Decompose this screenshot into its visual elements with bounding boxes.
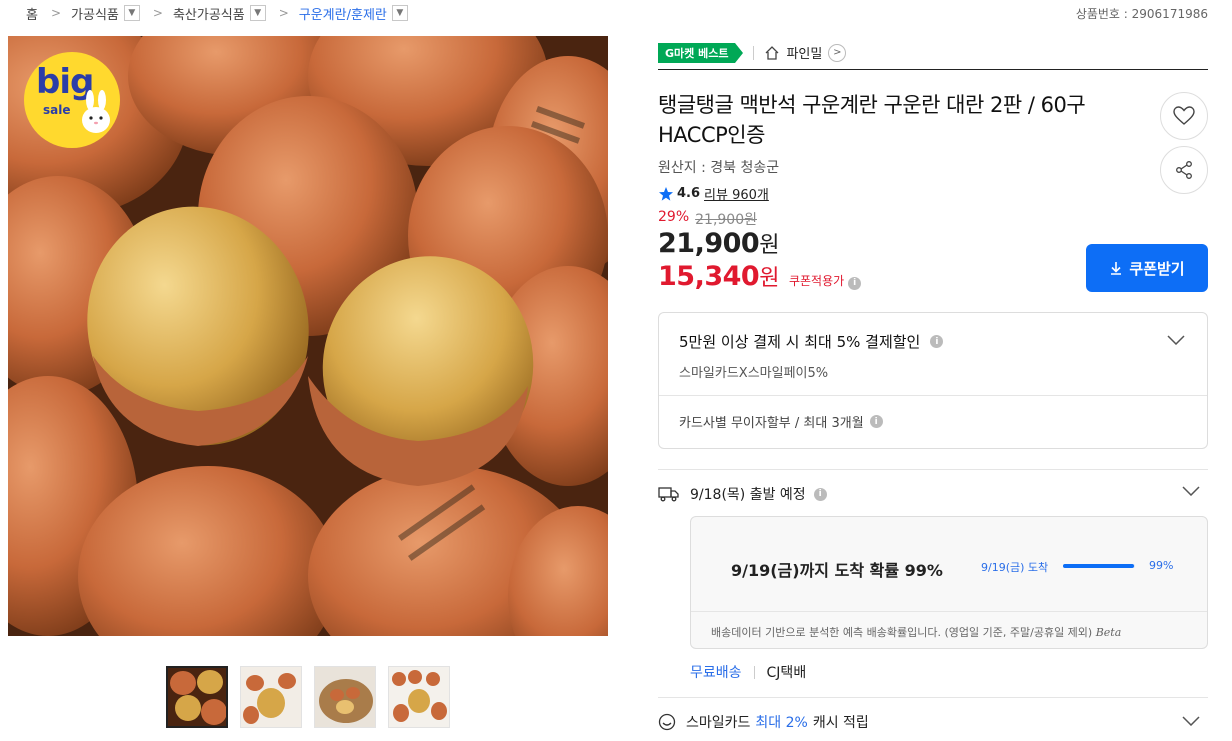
product-title: 탱글탱글 맥반석 구운계란 구운란 대란 2판 / 60구 HACCP인증 (658, 93, 1086, 147)
breadcrumb-level2[interactable]: 축산가공식품 ▼ (173, 4, 266, 23)
departure-text: 9/18(목) 출발 예정 (690, 487, 806, 503)
discount-rate: 29% (658, 209, 690, 225)
arrival-date: 9/19(금) 도착 (981, 561, 1049, 574)
download-icon (1111, 262, 1122, 275)
discount-row: 29% 21,900원 (658, 209, 757, 229)
card-offer-top[interactable]: 5만원 이상 결제 시 최대 5% 결제할인 i 스마일카드X스마일페이5% (659, 313, 1207, 396)
chevron-down-icon[interactable]: ▼ (123, 5, 140, 21)
chevron-down-icon[interactable] (1182, 486, 1200, 496)
chevron-down-icon[interactable] (1167, 335, 1185, 345)
product-main-image: big sale (8, 36, 608, 636)
seller-name[interactable]: 파인밀 (786, 43, 822, 62)
coupon-price-unit: 원 (759, 266, 779, 291)
free-shipping-label: 무료배송 (690, 665, 742, 681)
sale-price-number: 21,900 (658, 228, 760, 259)
divider (658, 697, 1208, 698)
chevron-down-icon[interactable]: ▼ (249, 5, 266, 21)
thumbnail-image (168, 668, 226, 726)
rating-row: 4.6 리뷰 960개 (658, 184, 769, 203)
origin-text: 원산지 : 경북 청송군 (658, 160, 780, 176)
thumbnail-image (389, 667, 449, 727)
share-icon (1176, 161, 1192, 179)
info-icon[interactable]: i (848, 276, 862, 290)
chevron-right-icon: > (278, 6, 289, 20)
breadcrumb: 홈 > 가공식품 ▼ > 축산가공식품 ▼ > 구운계란/훈제란 ▼ (26, 4, 408, 23)
coupon-price-number: 15,340 (658, 261, 760, 292)
beta-label: Beta (1095, 626, 1122, 639)
star-icon (659, 186, 673, 201)
thumbnail-image (241, 667, 301, 727)
smile-icon (658, 713, 676, 731)
arrival-percent: 99% (1149, 559, 1174, 572)
shipping-row[interactable]: 9/18(목) 출발 예정 i (658, 484, 1208, 504)
thumbnail-list (166, 666, 450, 728)
coupon-price: 15,340원 (658, 260, 779, 292)
product-info-panel: G마켓 베스트 파인밀 > 탱글탱글 맥반석 구운계란 구운란 대란 2판 / … (658, 36, 1208, 731)
smile-card-row[interactable]: 스마일카드 최대 2% 캐시 적립 (658, 712, 1208, 732)
smile-card-suffix: 캐시 적립 (812, 715, 869, 731)
breadcrumb-level3-label: 구운계란/훈제란 (298, 7, 387, 23)
info-icon[interactable]: i (930, 335, 944, 348)
coupon-price-label: 쿠폰적용가 (788, 274, 845, 288)
gmarket-best-badge: G마켓 베스트 (658, 42, 744, 63)
coupon-price-row: 15,340원 쿠폰적용가 i (658, 260, 862, 292)
bunny-icon (82, 90, 110, 133)
heart-icon (1173, 106, 1195, 125)
arrival-note-text: 배송데이터 기반으로 분석한 예측 배송확률입니다. (영업일 기준, 주말/공… (711, 626, 1093, 639)
coupon-download-button[interactable]: 쿠폰받기 (1086, 244, 1208, 292)
seller-row: G마켓 베스트 파인밀 > (658, 36, 1208, 70)
divider (753, 665, 755, 679)
home-icon (766, 45, 779, 60)
card-offer-title: 5만원 이상 결제 시 최대 5% 결제할인 (679, 333, 921, 351)
chevron-down-icon[interactable]: ▼ (391, 5, 408, 21)
breadcrumb-level3[interactable]: 구운계란/훈제란 ▼ (299, 4, 408, 23)
delivery-row: 무료배송 CJ택배 (690, 662, 806, 682)
smile-card-prefix: 스마일카드 (686, 715, 751, 731)
chevron-right-icon: > (50, 6, 62, 20)
thumbnail-1[interactable] (166, 666, 228, 728)
breadcrumb-home[interactable]: 홈 (26, 4, 38, 23)
arrival-note: 배송데이터 기반으로 분석한 예측 배송확률입니다. (영업일 기준, 주말/공… (711, 624, 1121, 640)
big-sale-badge-sale: sale (43, 103, 71, 117)
thumbnail-4[interactable] (388, 666, 450, 728)
chevron-right-icon[interactable]: > (828, 43, 847, 62)
courier-name: CJ택배 (766, 665, 807, 681)
info-icon[interactable]: i (869, 415, 883, 428)
divider (658, 469, 1208, 470)
chevron-right-icon: > (152, 6, 163, 20)
arrival-probability-box: 9/19(금)까지 도착 확률 99% 9/19(금) 도착 99% 배송데이터… (690, 516, 1208, 649)
rating-score: 4.6 (677, 186, 701, 201)
breadcrumb-level1[interactable]: 가공식품 ▼ (71, 4, 140, 23)
thumbnail-3[interactable] (314, 666, 376, 728)
chevron-down-icon[interactable] (1182, 716, 1200, 726)
arrival-probability-top: 9/19(금)까지 도착 확률 99% 9/19(금) 도착 99% (691, 517, 1207, 612)
arrival-progress-bar (1063, 564, 1135, 568)
card-offer-box: 5만원 이상 결제 시 최대 5% 결제할인 i 스마일카드X스마일페이5% 카… (658, 312, 1208, 449)
original-price: 21,900원 (695, 212, 757, 228)
wishlist-button[interactable] (1160, 92, 1208, 140)
thumbnail-2[interactable] (240, 666, 302, 728)
share-button[interactable] (1160, 146, 1208, 194)
breadcrumb-level2-label: 축산가공식품 (172, 7, 245, 23)
divider (753, 45, 755, 60)
info-icon[interactable]: i (813, 487, 827, 501)
arrival-progress-fill (1063, 564, 1135, 568)
installment-row: 카드사별 무이자할부 / 최대 3개월 i (659, 396, 1207, 447)
truck-icon (658, 487, 679, 502)
product-number: 상품번호 : 2906171986 (1075, 7, 1208, 21)
card-offer-title-row: 5만원 이상 결제 시 최대 5% 결제할인 i (679, 331, 1187, 352)
big-sale-badge: big sale (24, 52, 120, 148)
card-offer-sub: 스마일카드X스마일페이5% (679, 366, 829, 381)
arrival-main-text: 9/19(금)까지 도착 확률 99% (731, 561, 943, 580)
coupon-download-label: 쿠폰받기 (1129, 259, 1185, 278)
breadcrumb-level1-label: 가공식품 (71, 7, 119, 23)
thumbnail-image (315, 667, 375, 727)
installment-text: 카드사별 무이자할부 / 최대 3개월 (679, 416, 864, 431)
smile-card-highlight: 최대 2% (755, 715, 808, 731)
review-link[interactable]: 리뷰 960개 (704, 184, 769, 203)
sale-price: 21,900원 (658, 227, 779, 259)
sale-price-unit: 원 (759, 233, 779, 258)
